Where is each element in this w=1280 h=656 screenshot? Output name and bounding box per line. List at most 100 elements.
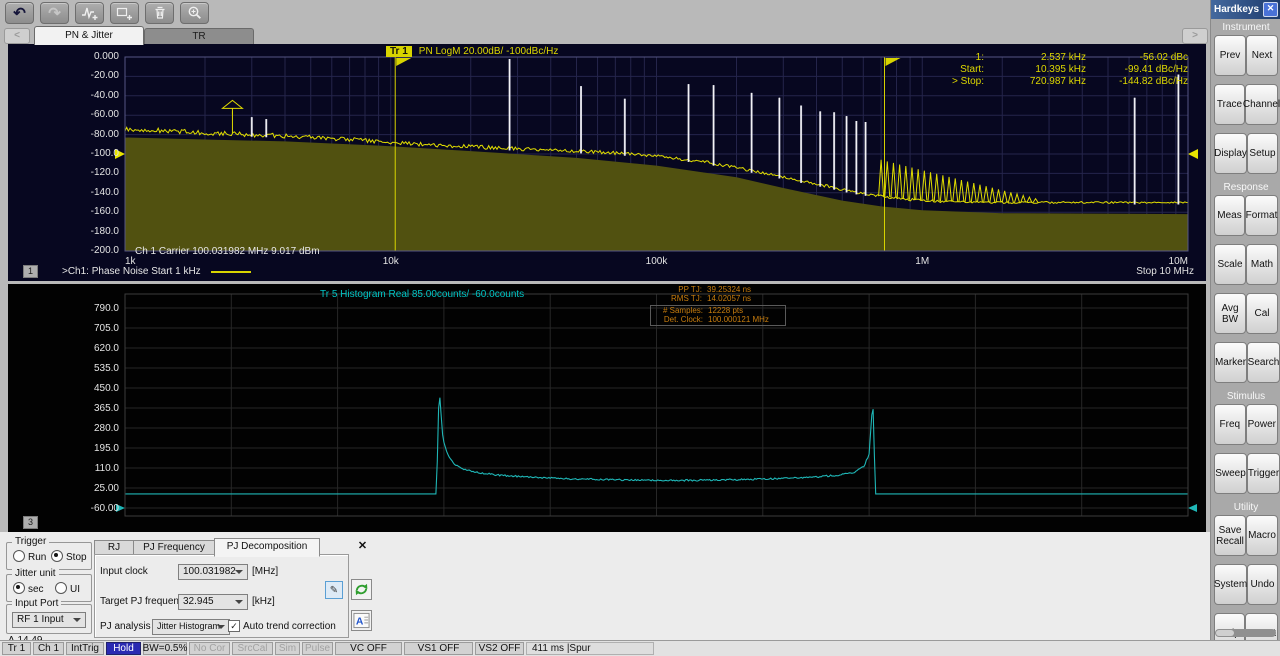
jitter-info-row: RMS TJ: 14.02057 ns (650, 294, 786, 304)
hardkeys-body: Instrument Prev Next Trace Channel Display Set… (1211, 22, 1280, 654)
pj-dialog: RJ PJ Frequency PJ Decomposition ✕ Input… (92, 538, 377, 638)
radio-icon (13, 550, 25, 562)
jitter-unit-legend: Jitter unit (12, 568, 59, 579)
window3-badge[interactable]: 3 (23, 516, 38, 529)
hardkey-format[interactable]: Format (1245, 195, 1278, 236)
pn-y-tick-label: 0.000 (93, 51, 119, 62)
hardkey-math[interactable]: Math (1246, 244, 1278, 285)
hardkey-freq[interactable]: Freq (1214, 404, 1246, 445)
hardkeys-close-button[interactable]: ✕ (1263, 2, 1278, 17)
status-inttrig[interactable]: IntTrig (66, 642, 104, 655)
pn-x-tick-label: 100k (645, 256, 668, 267)
input-port-select[interactable]: RF 1 Input (12, 612, 86, 628)
hardkey-setup[interactable]: Setup (1247, 133, 1278, 174)
pn-diagram[interactable]: Tr 1 PN LogM 20.00dB/ -100dBc/Hz 0.000 -2… (8, 44, 1206, 281)
tab-tr[interactable]: TR (144, 28, 254, 45)
status-ch-1[interactable]: Ch 1 (33, 642, 64, 655)
zoom-button[interactable] (180, 2, 209, 24)
target-pj-combo[interactable]: 32.945 (178, 594, 248, 610)
hardkeys-section-title: Response (1223, 182, 1269, 193)
hardkeys-scrollbar[interactable] (1215, 629, 1276, 637)
add-diagram-icon (116, 7, 132, 20)
redo-button[interactable]: ↷ (40, 2, 69, 24)
hardkey-cal[interactable]: Cal (1246, 293, 1278, 334)
hardkey-prev[interactable]: Prev (1214, 35, 1246, 76)
hardkey-search[interactable]: Search (1247, 342, 1280, 383)
hist-y-tick-label: 705.0 (93, 323, 119, 334)
hardkey-system[interactable]: System (1214, 564, 1247, 605)
hardkey-channel[interactable]: Channel (1243, 84, 1280, 125)
undo-button[interactable]: ↶ (5, 2, 34, 24)
jitter-info-readout: PP TJ: 39.25324 ns RMS TJ: 14.02057 ns # Sam… (650, 285, 786, 326)
jitter-unit-sec-radio[interactable]: sec (13, 582, 44, 595)
refresh-button[interactable] (351, 579, 372, 600)
tab-pj-decomposition[interactable]: PJ Decomposition (214, 538, 320, 557)
toolbar: ↶ ↷ (5, 2, 209, 24)
trigger-stop-radio[interactable]: Stop (51, 550, 87, 563)
hardkey-power[interactable]: Power (1245, 404, 1278, 445)
marker-readout-value: 1: (975, 52, 984, 63)
pj-analysis-label: PJ analysis (100, 621, 151, 632)
delete-button[interactable] (145, 2, 174, 24)
hist-y-tick-label: 365.0 (93, 403, 119, 414)
status-bw-0-5[interactable]: BW=0.5% (143, 642, 187, 655)
jitter-info-label: Det. Clock: (663, 314, 703, 324)
hist-y-tick-label: -60.00 (90, 503, 119, 514)
marker-readout-value: -56.02 dBc (1139, 52, 1188, 63)
hardkey-save-recall[interactable]: Save Recall (1214, 515, 1246, 556)
hardkey-trace[interactable]: Trace (1214, 84, 1245, 125)
hardkey-avg-bw[interactable]: Avg BW (1214, 293, 1246, 334)
status-vs1-off[interactable]: VS1 OFF (404, 642, 473, 655)
close-icon: ✕ (1266, 3, 1275, 13)
tab-pn-jitter[interactable]: PN & Jitter (34, 26, 144, 45)
jitter-info-top: PP TJ: 39.25324 ns RMS TJ: 14.02057 ns (650, 285, 786, 304)
status-411-ms-spur: 411 ms |Spur (526, 642, 654, 655)
hardkey-sweep[interactable]: Sweep (1214, 453, 1247, 494)
input-clock-combo[interactable]: 100.031982 (178, 564, 248, 580)
marker-readout-row: Start: 10.395 kHz -99.41 dBc/Hz (929, 64, 1188, 76)
jitter-unit-ui-radio[interactable]: UI (55, 582, 80, 595)
auto-trend-checkbox[interactable]: ✓ (228, 620, 240, 632)
input-port-legend: Input Port (12, 598, 62, 609)
hardkeys-row: Trace Channel (1211, 84, 1280, 125)
pj-analysis-combo[interactable]: Jitter Histogram (152, 619, 230, 635)
trigger-run-radio[interactable]: Run (13, 550, 46, 563)
bottom-panel: Trigger Run Stop Jitter unit sec UI Inpu… (0, 532, 1210, 646)
add-diagram-button[interactable] (110, 2, 139, 24)
add-trace-button[interactable] (75, 2, 104, 24)
zoom-icon (188, 6, 201, 19)
window1-badge[interactable]: 1 (23, 265, 38, 278)
status-hold[interactable]: Hold (106, 642, 141, 655)
hardkey-marker[interactable]: Marker (1214, 342, 1247, 383)
status-vc-off[interactable]: VC OFF (335, 642, 402, 655)
hardkeys-row: Sweep Trigger (1211, 453, 1280, 494)
marker-readout-value: Start: (960, 64, 984, 75)
tab-scroll-left-button[interactable]: < (4, 28, 30, 44)
hardkeys-header: Hardkeys ✕ (1211, 0, 1280, 19)
hardkey-scale[interactable]: Scale (1214, 244, 1246, 285)
pn-y-tick-label: -100.0 (90, 148, 119, 159)
status-tr-1[interactable]: Tr 1 (2, 642, 31, 655)
pn-y-tick-label: -80.00 (90, 128, 119, 140)
edit-button[interactable]: ✎ (325, 581, 343, 599)
pn-start-label: >Ch1: Phase Noise Start 1 kHz (62, 266, 201, 277)
report-button[interactable]: A (351, 610, 372, 631)
hardkey-undo[interactable]: Undo (1247, 564, 1278, 605)
scrollbar-thumb[interactable] (1216, 630, 1234, 636)
svg-text:A: A (356, 616, 364, 627)
hardkey-next[interactable]: Next (1246, 35, 1278, 76)
histogram-diagram[interactable]: Tr 5 Histogram Real 85.00counts/ -60.0co… (8, 284, 1206, 532)
hardkey-trigger[interactable]: Trigger (1247, 453, 1280, 494)
status-vs2-off[interactable]: VS2 OFF (475, 642, 524, 655)
hardkey-macro[interactable]: Macro (1246, 515, 1278, 556)
measurement-screen: Tr 1 PN LogM 20.00dB/ -100dBc/Hz 0.000 -2… (8, 44, 1206, 532)
pn-footer-left: >Ch1: Phase Noise Start 1 kHz (62, 266, 251, 277)
hist-y-tick-label: 790.0 (93, 303, 119, 314)
hardkey-meas[interactable]: Meas (1214, 195, 1245, 236)
pn-y-tick-label: -180.0 (90, 225, 119, 237)
hardkey-display[interactable]: Display (1214, 133, 1247, 174)
hardkeys-row: Marker Search (1211, 342, 1280, 383)
tab-scroll-right-button[interactable]: > (1182, 28, 1208, 44)
trigger-legend: Trigger (12, 536, 50, 547)
dialog-close-button[interactable]: ✕ (356, 540, 369, 553)
